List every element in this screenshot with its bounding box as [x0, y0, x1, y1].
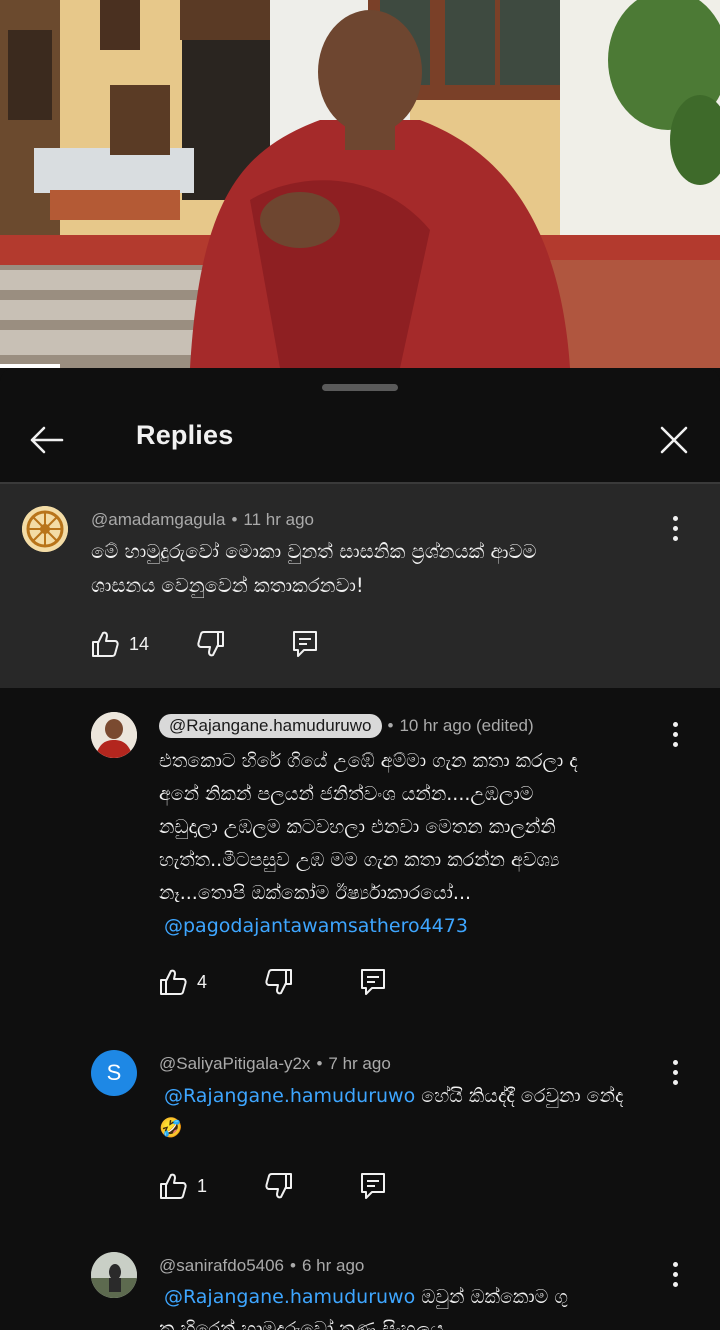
replies-sheet: Replies @amadamgagula • 11 hr ago මේ හාම…: [0, 368, 720, 1330]
comment-time: 10 hr ago (edited): [399, 716, 534, 735]
arrow-left-icon: [30, 426, 64, 454]
comment-time: 7 hr ago: [328, 1054, 391, 1073]
comment-time: 6 hr ago: [301, 1256, 365, 1275]
comment-actions: 4: [159, 962, 409, 1002]
thumbs-up-icon: [160, 969, 187, 995]
more-options-button[interactable]: [660, 1252, 690, 1296]
mention-link[interactable]: @pagodajantawamsathero4473: [164, 915, 468, 937]
like-count: 1: [197, 1175, 208, 1196]
avatar[interactable]: [22, 506, 68, 552]
reply-button[interactable]: [359, 962, 387, 1002]
comment-line: නඩුදාලා උඹලම කටවහලා එනවා මෙතන කාලන්නි: [159, 816, 556, 838]
reply-icon: [361, 1173, 385, 1199]
back-button[interactable]: [24, 418, 68, 462]
comment-actions: 14: [91, 624, 341, 664]
reply-button[interactable]: [359, 1166, 387, 1206]
like-button[interactable]: 14: [91, 624, 149, 664]
reply-item: S @SaliyaPitigala-y2x • 7 hr ago @Rajangan…: [0, 1028, 720, 1228]
mention-link[interactable]: @Rajangane.hamuduruwo: [164, 1085, 415, 1107]
comment-line: අනේ නිකන් පලයන් ජනිත්වංශ යන්න....උඹලාම: [159, 783, 534, 805]
thumbs-down-icon: [265, 1173, 292, 1199]
comment-line: ඔවුන් ඔක්කොම ගු: [421, 1286, 568, 1308]
drag-handle[interactable]: [322, 384, 398, 391]
comment-line: එතකොට හිරේ ගියේ උඹේ අම්මා ගැන කතා කරලා ද: [159, 750, 578, 772]
thumbs-up-icon: [92, 631, 119, 657]
comment-meta: @sanirafdo5406 • 6 hr ago: [159, 1256, 365, 1275]
dharma-wheel-icon: [22, 506, 68, 552]
thumbs-down-icon: [265, 969, 292, 995]
comment-line: හේයි කියද්දී රෙවුනා නේද: [421, 1085, 624, 1107]
comment-text: එතකොට හිරේ ගියේ උඹේ අම්මා ගැන කතා කරලා ද…: [159, 745, 578, 943]
more-options-button[interactable]: [660, 712, 690, 756]
like-button[interactable]: 4: [159, 962, 207, 1002]
comment-line: හැත්ත..මීටපසුව උඹ මම ගැන කතා කරන්න අවශ්‍…: [159, 849, 560, 871]
like-count: 4: [197, 971, 208, 992]
thumbs-down-icon: [197, 631, 224, 657]
like-count: 14: [129, 633, 150, 654]
reply-button[interactable]: [291, 624, 319, 664]
dislike-button[interactable]: [265, 1166, 293, 1206]
comment-line: ශාසනය වෙනුවෙන් කතාකරනවා!: [91, 574, 364, 597]
comment-meta: @SaliyaPitigala-y2x • 7 hr ago: [159, 1054, 391, 1073]
comment-meta: @amadamgagula • 11 hr ago: [91, 510, 314, 529]
reply-item: @Rajangane.hamuduruwo • 10 hr ago (edited)…: [0, 688, 720, 1028]
avatar[interactable]: [91, 712, 137, 758]
comment-author[interactable]: @sanirafdo5406: [159, 1256, 284, 1275]
mention-link[interactable]: @Rajangane.hamuduruwo: [164, 1286, 415, 1308]
close-icon: [660, 426, 688, 454]
comment-line: කු හිරෙන් හාමුදුරුවෝ තුණු සිංහලය: [159, 1318, 444, 1330]
comment-author[interactable]: @Rajangane.hamuduruwo: [159, 714, 382, 738]
reply-icon: [361, 969, 385, 995]
video-frame: [0, 0, 720, 368]
parent-comment: @amadamgagula • 11 hr ago මේ හාමුදුරුවෝ මො…: [0, 484, 720, 688]
user-photo-image: [91, 1252, 137, 1298]
more-options-button[interactable]: [660, 506, 690, 550]
sheet-header: Replies: [0, 398, 720, 482]
like-button[interactable]: 1: [159, 1166, 207, 1206]
dislike-button[interactable]: [197, 624, 225, 664]
comment-line: නෑ...තොපි ඔක්කෝම ඊර්ෂ්‍යාකාරයෝ...: [159, 882, 472, 904]
comment-text: @Rajangane.hamuduruwo ඔවුන් ඔක්කොම ගු කු…: [159, 1281, 568, 1330]
comment-meta: @Rajangane.hamuduruwo • 10 hr ago (edited): [159, 714, 534, 738]
monk-avatar-image: [91, 712, 137, 758]
comment-line: මේ හාමුදුරුවෝ මොකා වුනත් සාසනික ප්‍රශ්නය…: [91, 540, 537, 563]
emoji: 🤣: [159, 1117, 183, 1139]
thumbs-up-icon: [160, 1173, 187, 1199]
avatar[interactable]: [91, 1252, 137, 1298]
comment-actions: 1: [159, 1166, 409, 1206]
close-button[interactable]: [652, 418, 696, 462]
comment-time: 11 hr ago: [243, 510, 314, 529]
avatar[interactable]: S: [91, 1050, 137, 1096]
page-title: Replies: [136, 420, 234, 450]
reply-item: @sanirafdo5406 • 6 hr ago @Rajangane.hamud…: [0, 1228, 720, 1330]
video-player[interactable]: [0, 0, 720, 368]
comment-text: @Rajangane.hamuduruwo හේයි කියද්දී රෙවුන…: [159, 1080, 623, 1144]
more-options-button[interactable]: [660, 1050, 690, 1094]
comment-author[interactable]: @SaliyaPitigala-y2x: [159, 1054, 310, 1073]
dislike-button[interactable]: [265, 962, 293, 1002]
comment-text: මේ හාමුදුරුවෝ මොකා වුනත් සාසනික ප්‍රශ්නය…: [91, 535, 537, 603]
reply-icon: [293, 631, 317, 657]
comment-author[interactable]: @amadamgagula: [91, 510, 225, 529]
